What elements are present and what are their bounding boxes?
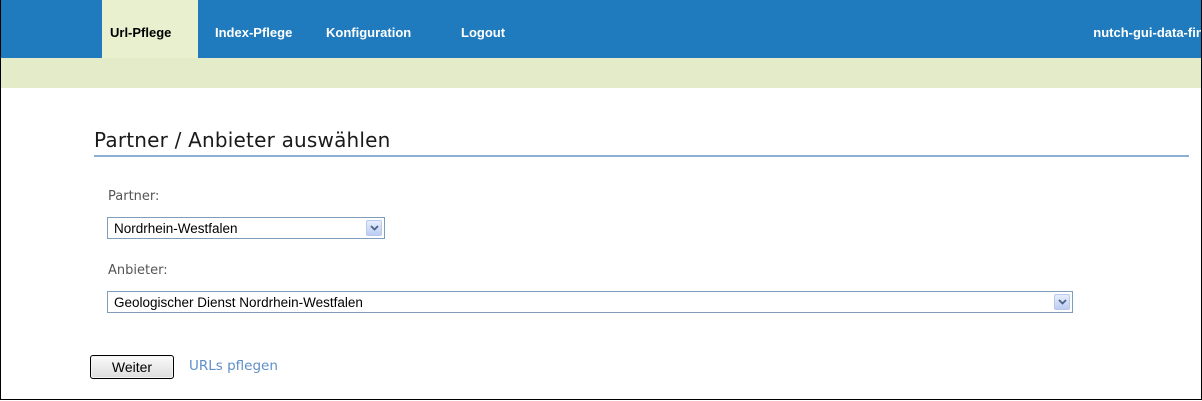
app-frame: Url-Pflege Index-Pflege Konfiguration Lo… [0, 0, 1202, 400]
page-title: Partner / Anbieter auswählen [94, 128, 1189, 157]
partner-select[interactable]: Nordrhein-Westfalen [107, 217, 385, 239]
tab-url-pflege[interactable]: Url-Pflege [102, 0, 198, 58]
partner-selected-value: Nordrhein-Westfalen [114, 221, 238, 236]
anbieter-selected-value: Geologischer Dienst Nordrhein-Westfalen [114, 295, 363, 310]
urls-pflegen-link[interactable]: URLs pflegen [189, 358, 278, 374]
top-navigation: Url-Pflege Index-Pflege Konfiguration Lo… [1, 0, 1201, 58]
tab-label: Logout [461, 25, 506, 40]
tab-index-pflege[interactable]: Index-Pflege [215, 0, 292, 58]
tab-logout[interactable]: Logout [461, 0, 505, 58]
tab-label: Index-Pflege [215, 25, 293, 40]
tab-label: Url-Pflege [110, 25, 172, 40]
anbieter-select[interactable]: Geologischer Dienst Nordrhein-Westfalen [107, 291, 1073, 313]
weiter-button[interactable]: Weiter [90, 355, 174, 379]
anbieter-label: Anbieter: [108, 263, 168, 278]
chevron-down-icon[interactable] [1054, 294, 1070, 310]
app-name: nutch-gui-data-fina [1093, 25, 1202, 40]
sub-navigation-bar [1, 58, 1201, 88]
tab-label: Konfiguration [326, 25, 412, 40]
tab-konfiguration[interactable]: Konfiguration [326, 0, 411, 58]
partner-label: Partner: [108, 189, 160, 204]
chevron-down-icon[interactable] [366, 220, 382, 236]
